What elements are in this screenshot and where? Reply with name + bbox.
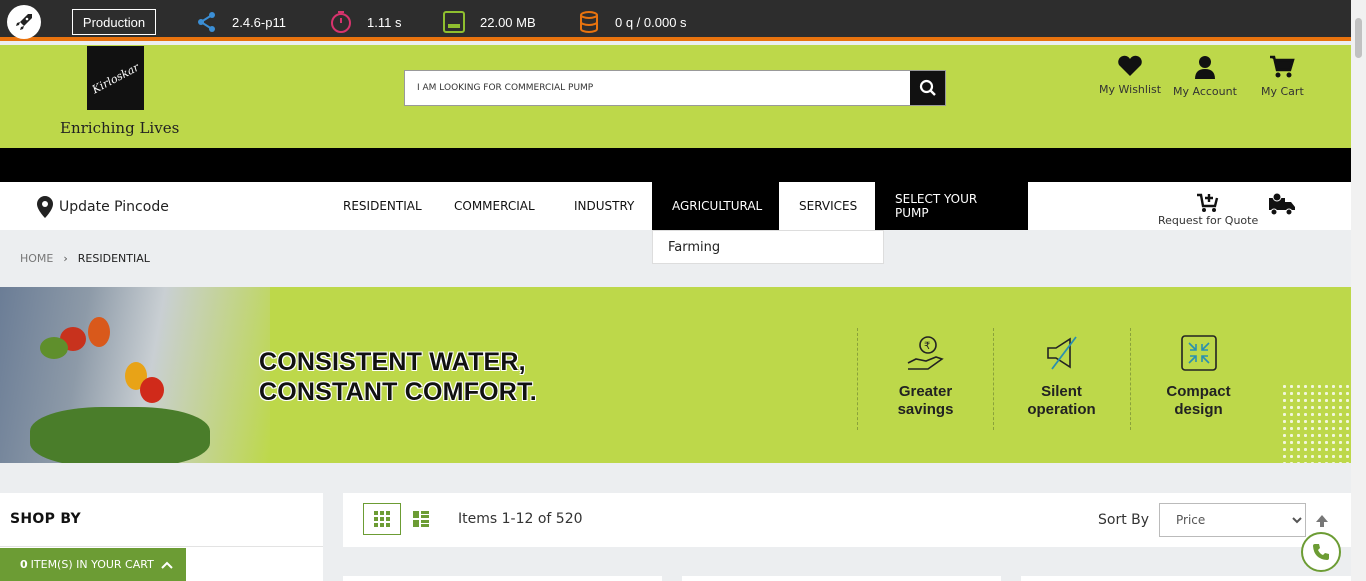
call-button[interactable] bbox=[1301, 532, 1341, 572]
request-quote-link[interactable]: Request for Quote bbox=[1158, 192, 1258, 227]
banner-headline: CONSISTENT WATER, CONSTANT COMFORT. bbox=[259, 347, 537, 407]
feature-1-text: Greater savings bbox=[897, 383, 954, 418]
chevron-right-icon: › bbox=[63, 252, 68, 265]
nav-agricultural[interactable]: AGRICULTURAL bbox=[652, 182, 779, 230]
chevron-up-icon bbox=[161, 561, 173, 569]
decorative-dots bbox=[1281, 383, 1351, 463]
product-card bbox=[682, 576, 1001, 581]
breadcrumb-home[interactable]: HOME bbox=[20, 252, 53, 265]
search-box bbox=[404, 70, 946, 106]
location-pin-icon bbox=[37, 196, 53, 218]
items-count: Items 1-12 of 520 bbox=[458, 511, 583, 527]
feature-3-text: Compact design bbox=[1166, 383, 1231, 418]
dropdown-item-farming[interactable]: Farming bbox=[668, 240, 720, 255]
queries-metric[interactable]: 0 q / 0.000 s bbox=[577, 9, 687, 35]
scrollbar-thumb[interactable] bbox=[1355, 18, 1362, 58]
sort-by-label: Sort By bbox=[1098, 512, 1150, 528]
silent-icon bbox=[1046, 336, 1077, 370]
memory-text: 22.00 MB bbox=[480, 14, 536, 30]
memory-icon bbox=[443, 11, 465, 33]
banner-photo bbox=[0, 287, 270, 463]
list-icon bbox=[413, 511, 429, 527]
search-input[interactable] bbox=[405, 71, 911, 105]
account-link[interactable]: My Account bbox=[1173, 55, 1237, 98]
account-label: My Account bbox=[1173, 85, 1237, 98]
debug-toolbar: Production 2.4.6-p11 1.11 s 22.00 MB 0 q… bbox=[0, 0, 1366, 41]
truck-icon[interactable] bbox=[1268, 192, 1296, 222]
pincode-label: Update Pincode bbox=[59, 199, 169, 215]
compact-icon bbox=[1180, 335, 1217, 371]
wishlist-label: My Wishlist bbox=[1099, 83, 1162, 96]
logo-text: Kirloskar bbox=[89, 60, 142, 96]
main-nav: Update Pincode RESIDENTIAL COMMERCIAL IN… bbox=[0, 182, 1351, 230]
headline-line-2: CONSTANT COMFORT. bbox=[259, 378, 537, 406]
rocket-icon[interactable] bbox=[7, 5, 41, 39]
phone-icon bbox=[1313, 544, 1329, 560]
feature-compact-design: Compact design bbox=[1130, 328, 1266, 430]
grid-icon bbox=[374, 511, 390, 527]
version-text: 2.4.6-p11 bbox=[232, 14, 286, 30]
nav-residential[interactable]: RESIDENTIAL bbox=[323, 182, 442, 230]
environment-badge[interactable]: Production bbox=[72, 9, 156, 35]
svg-text:₹: ₹ bbox=[924, 341, 930, 352]
stopwatch-icon bbox=[331, 11, 351, 33]
nav-select-your-pump[interactable]: SELECT YOUR PUMP bbox=[875, 182, 1028, 230]
divider bbox=[0, 546, 323, 547]
product-toolbar: Items 1-12 of 520 Sort By Price bbox=[343, 493, 1351, 547]
savings-icon: ₹ bbox=[907, 336, 944, 370]
nav-services[interactable]: SERVICES bbox=[779, 182, 875, 230]
grid-view-button[interactable] bbox=[363, 503, 401, 535]
version-metric[interactable]: 2.4.6-p11 bbox=[196, 9, 286, 35]
site-header: Kirloskar Enriching Lives My Wishlist My… bbox=[0, 45, 1351, 148]
feature-silent-operation: Silent operation bbox=[993, 328, 1129, 430]
feature-greater-savings: ₹ Greater savings bbox=[857, 328, 993, 430]
black-band bbox=[0, 148, 1351, 182]
shop-by-title: SHOP BY bbox=[10, 511, 81, 527]
database-icon bbox=[580, 11, 598, 33]
breadcrumb: HOME › RESIDENTIAL bbox=[20, 252, 150, 265]
nav-commercial[interactable]: COMMERCIAL bbox=[434, 182, 555, 230]
time-text: 1.11 s bbox=[367, 14, 402, 30]
cart-icon bbox=[1270, 55, 1296, 78]
agricultural-dropdown: Farming bbox=[652, 230, 884, 264]
brand-logo[interactable]: Kirloskar bbox=[87, 46, 144, 110]
heart-icon bbox=[1118, 55, 1142, 76]
cart-link[interactable]: My Cart bbox=[1261, 55, 1304, 98]
cart-label: My Cart bbox=[1261, 85, 1304, 98]
queries-text: 0 q / 0.000 s bbox=[615, 14, 687, 30]
search-icon bbox=[919, 79, 936, 96]
list-view-button[interactable] bbox=[411, 503, 431, 535]
time-metric[interactable]: 1.11 s bbox=[329, 9, 401, 35]
product-card bbox=[1021, 576, 1351, 581]
brand-tagline: Enriching Lives bbox=[60, 119, 180, 137]
breadcrumb-current: RESIDENTIAL bbox=[77, 252, 150, 265]
sort-direction-arrow-icon[interactable] bbox=[1315, 513, 1329, 532]
cart-summary-bar[interactable]: 0 ITEM(S) IN YOUR CART bbox=[0, 548, 186, 581]
product-card bbox=[343, 576, 662, 581]
cart-count: 0 bbox=[20, 558, 28, 571]
memory-metric[interactable]: 22.00 MB bbox=[442, 9, 536, 35]
search-button[interactable] bbox=[910, 71, 945, 105]
quote-label: Request for Quote bbox=[1158, 214, 1259, 227]
nav-industry[interactable]: INDUSTRY bbox=[554, 182, 654, 230]
headline-line-1: CONSISTENT WATER, bbox=[259, 348, 526, 376]
update-pincode-link[interactable]: Update Pincode bbox=[37, 196, 169, 218]
share-icon bbox=[198, 12, 215, 32]
wishlist-link[interactable]: My Wishlist bbox=[1099, 55, 1161, 96]
sort-select[interactable]: Price bbox=[1159, 503, 1306, 537]
user-icon bbox=[1194, 56, 1215, 79]
cart-summary-text: ITEM(S) IN YOUR CART bbox=[30, 558, 154, 571]
page-scrollbar[interactable] bbox=[1351, 0, 1366, 581]
category-banner: CONSISTENT WATER, CONSTANT COMFORT. ₹ Gr… bbox=[0, 287, 1351, 463]
quote-cart-icon bbox=[1197, 193, 1219, 212]
feature-2-text: Silent operation bbox=[1027, 383, 1096, 418]
